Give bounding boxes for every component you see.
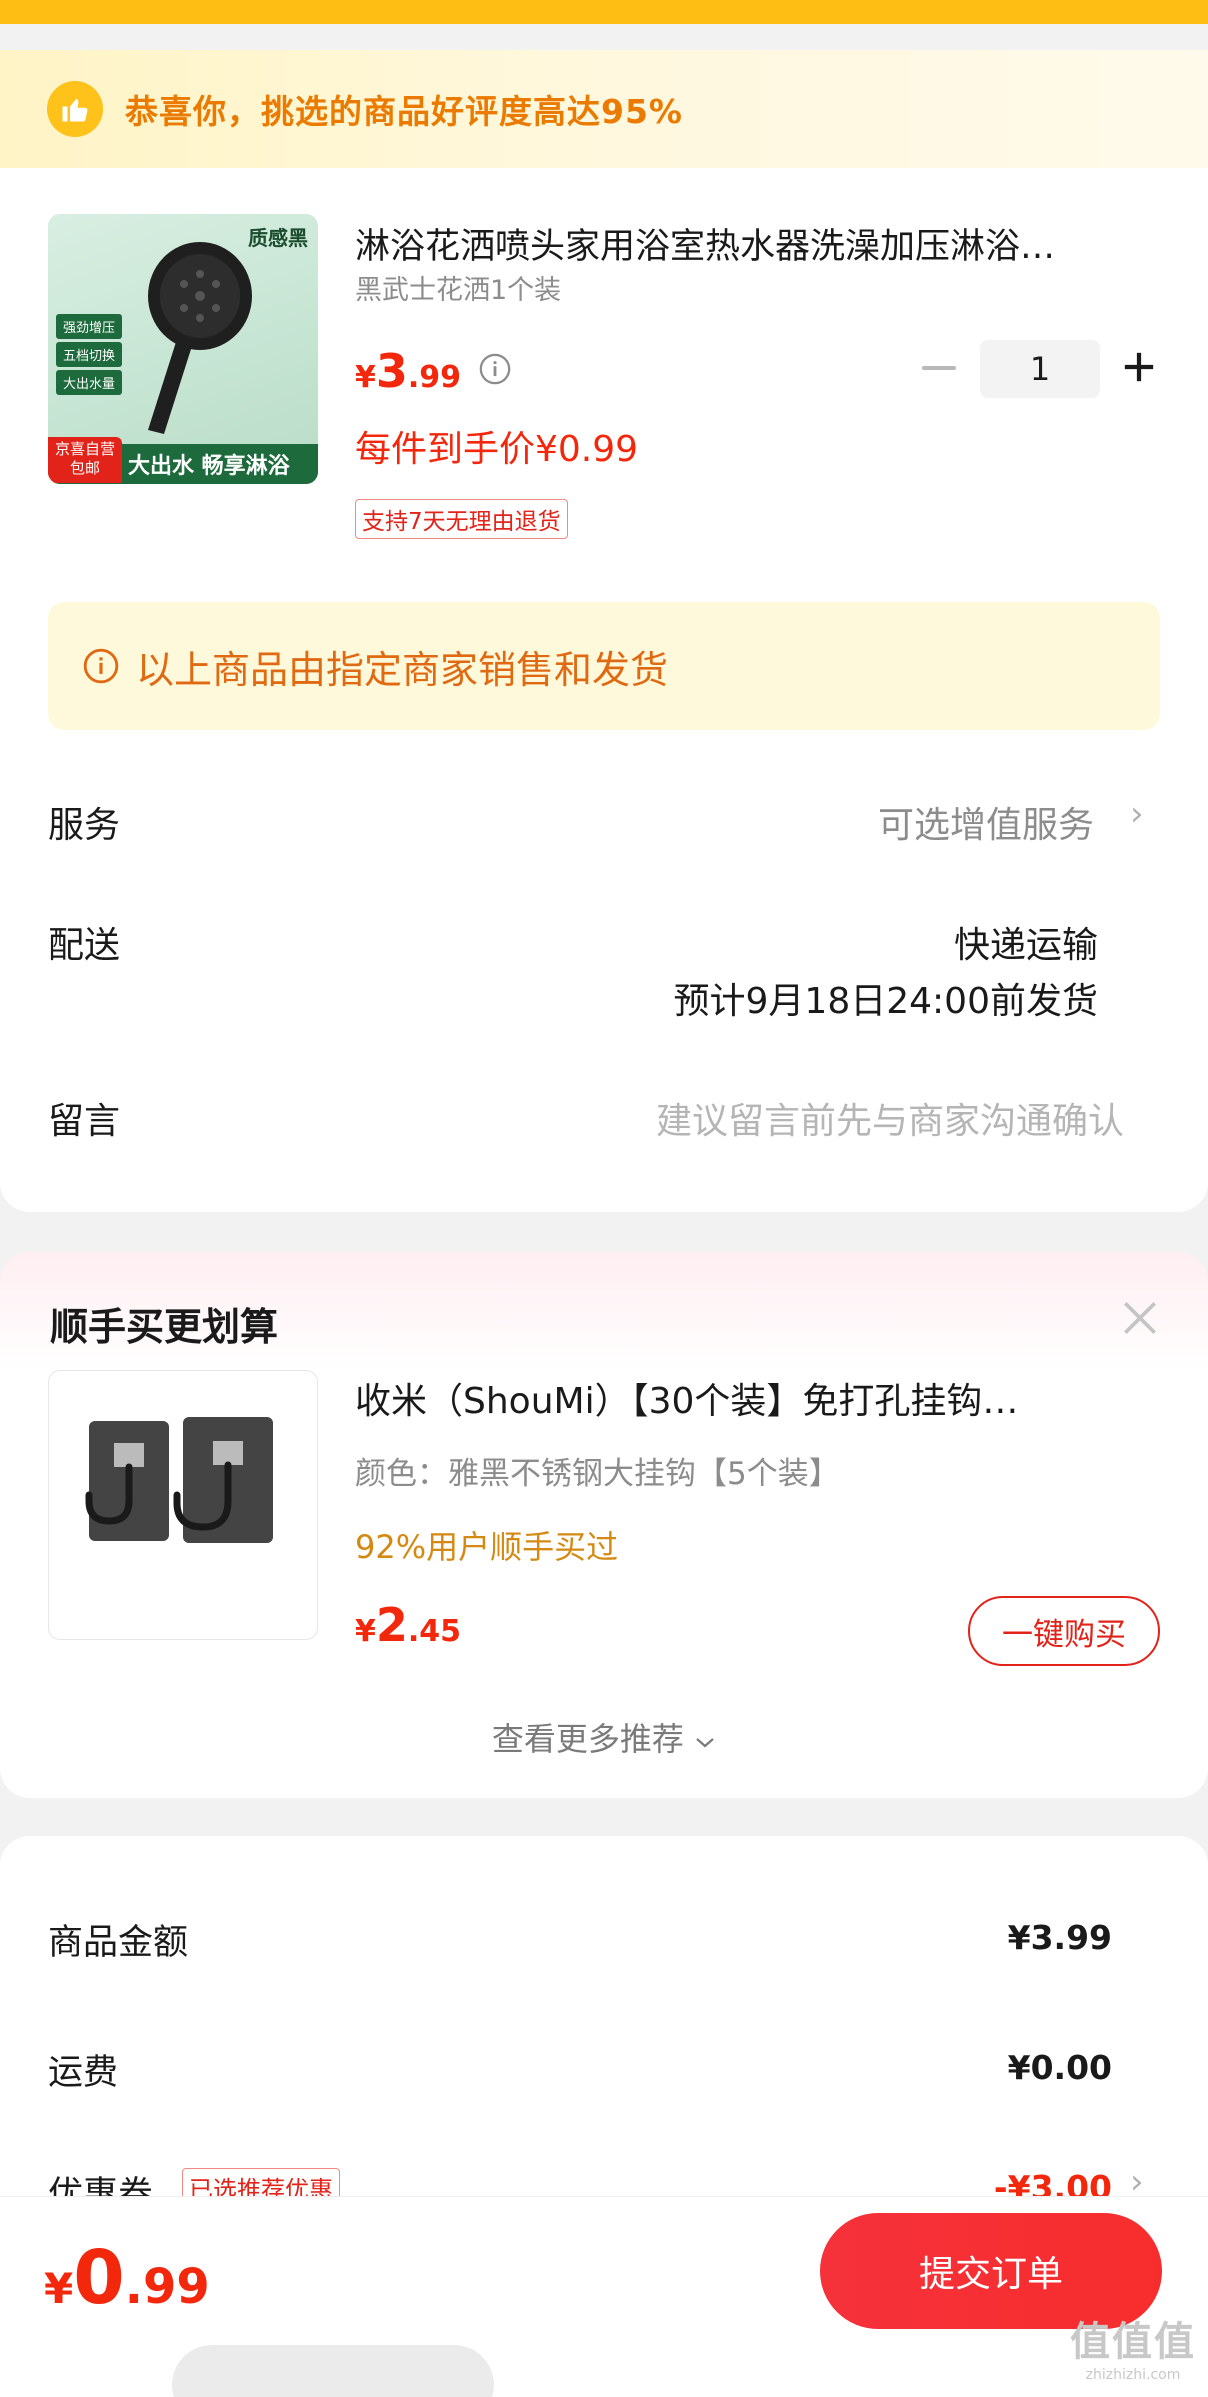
return-policy-tag: 支持7天无理由退货 — [355, 499, 568, 539]
quantity-field[interactable]: 1 — [980, 340, 1100, 398]
order-item-card: 质感黑 强劲增压 五档切换 大出水量 京喜自营包邮 大出水 畅享淋浴 淋浴花洒喷… — [0, 168, 1208, 1212]
watermark-logo: 值值值 — [1070, 2319, 1196, 2365]
delivery-label: 配送 — [48, 925, 121, 966]
quantity-increase-button[interactable] — [1122, 350, 1156, 384]
shipping-fee-label: 运费 — [48, 2053, 119, 2093]
close-icon[interactable] — [1118, 1296, 1162, 1340]
service-label: 服务 — [48, 805, 121, 846]
price-symbol: ¥ — [355, 1614, 376, 1649]
goods-amount-value: ¥3.99 — [1007, 1918, 1112, 1957]
price-info-icon[interactable] — [478, 352, 512, 386]
product-image-slogan: 大出水 畅享淋浴 — [128, 454, 290, 479]
per-item-final-price: 每件到手价¥0.99 — [355, 429, 639, 470]
one-click-buy-button[interactable]: 一键购买 — [968, 1596, 1160, 1666]
seller-notice-box: 以上商品由指定商家销售和发货 — [48, 602, 1160, 730]
watermark-url: zhizhizhi.com — [1085, 2367, 1181, 2383]
price-symbol: ¥ — [355, 360, 376, 395]
praise-notice-banner: 恭喜你，挑选的商品好评度高达95% — [0, 50, 1208, 168]
product-image-tag: 强劲增压 — [56, 314, 123, 339]
info-icon — [83, 648, 119, 684]
shipping-fee-value: ¥0.00 — [1007, 2048, 1112, 2087]
price-integer: 3 — [375, 344, 408, 398]
delivery-eta: 预计9月18日24:00前发货 — [673, 981, 1098, 1022]
recommend-item-price: ¥ 2 .45 — [355, 1598, 461, 1652]
goods-amount-label: 商品金额 — [48, 1923, 189, 1963]
recommend-item-image[interactable] — [48, 1370, 318, 1640]
price-symbol: ¥ — [44, 2264, 74, 2313]
price-decimal: .99 — [407, 360, 462, 395]
top-accent-bar — [0, 0, 1208, 24]
praise-notice-text: 恭喜你，挑选的商品好评度高达95% — [125, 92, 683, 131]
message-input[interactable]: 建议留言前先与商家沟通确认 — [656, 1092, 1124, 1144]
product-image-badge: 京喜自营包邮 — [48, 437, 122, 483]
recommend-item-spec: 颜色：雅黑不锈钢大挂钩【5个装】 — [355, 1456, 840, 1492]
recommend-item-title[interactable]: 收米（ShouMi）【30个装】免打孔挂钩… — [355, 1372, 1145, 1424]
see-more-recommend-link[interactable]: 查看更多推荐 — [0, 1714, 1208, 1760]
watermark: 值值值 zhizhizhi.com — [1070, 2309, 1196, 2383]
service-chevron-icon[interactable]: › — [1130, 794, 1144, 834]
recommend-card: 顺手买更划算 收米（ShouMi）【30个装】免打孔挂钩… 颜色：雅黑不锈钢大挂… — [0, 1252, 1208, 1798]
product-image-tag: 大出水量 — [56, 370, 123, 395]
thumbs-up-icon — [47, 81, 103, 137]
product-title[interactable]: 淋浴花洒喷头家用浴室热水器洗澡加压淋浴… — [355, 218, 1135, 269]
total-price: ¥ 0 .99 — [44, 2235, 210, 2321]
recommend-item-stat: 92%用户顺手买过 — [355, 1528, 619, 1566]
service-value[interactable]: 可选增值服务 — [878, 796, 1094, 848]
product-image[interactable]: 质感黑 强劲增压 五档切换 大出水量 京喜自营包邮 大出水 畅享淋浴 — [48, 214, 318, 484]
wall-hook-illustration — [85, 1417, 273, 1543]
quantity-decrease-button[interactable] — [922, 366, 956, 370]
delivery-method[interactable]: 快递运输 — [954, 916, 1098, 968]
product-spec: 黑武士花洒1个装 — [355, 275, 562, 306]
shower-head-illustration — [148, 242, 252, 434]
chevron-down-icon — [696, 1738, 714, 1748]
product-price: ¥ 3 .99 — [355, 344, 461, 398]
system-nav-pill[interactable] — [172, 2345, 494, 2397]
price-integer: 0 — [73, 2235, 125, 2321]
price-decimal: .99 — [124, 2259, 210, 2315]
product-image-band: 京喜自营包邮 大出水 畅享淋浴 — [48, 437, 318, 484]
message-label: 留言 — [48, 1101, 121, 1142]
see-more-label: 查看更多推荐 — [491, 1720, 684, 1758]
price-decimal: .45 — [407, 1614, 462, 1649]
price-integer: 2 — [375, 1598, 408, 1652]
recommend-title: 顺手买更划算 — [50, 1305, 279, 1349]
checkout-bar: ¥ 0 .99 提交订单 值值值 zhizhizhi.com — [0, 2196, 1208, 2397]
product-image-tag: 五档切换 — [56, 342, 123, 367]
seller-notice-text: 以上商品由指定商家销售和发货 — [136, 647, 669, 692]
